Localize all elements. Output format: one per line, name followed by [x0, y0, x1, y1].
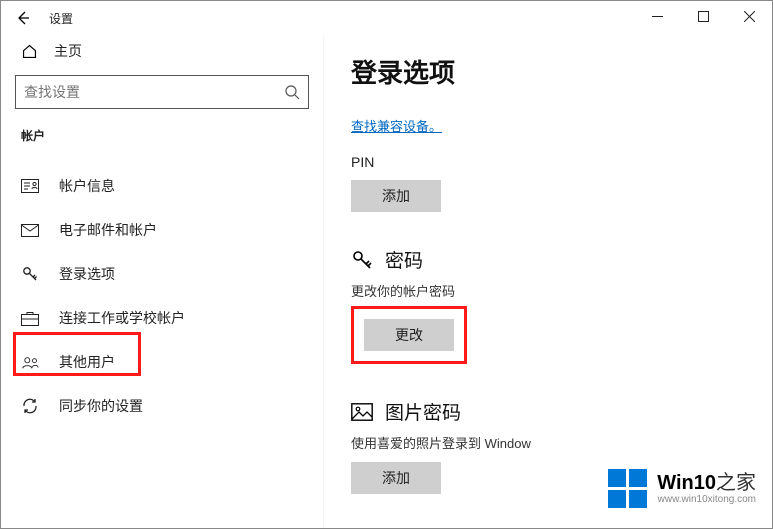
sidebar-item-label: 同步你的设置 — [59, 396, 143, 416]
close-icon — [744, 11, 755, 22]
home-label: 主页 — [54, 41, 82, 61]
search-input[interactable] — [15, 75, 309, 109]
picture-icon — [351, 403, 373, 421]
windows-logo-icon — [608, 469, 647, 508]
search-field[interactable] — [24, 84, 284, 100]
sidebar-item-signin-options[interactable]: 登录选项 — [1, 252, 323, 296]
sidebar: 主页 帐户 帐户信息 电子邮件和帐户 — [1, 35, 323, 529]
sidebar-item-label: 登录选项 — [59, 264, 115, 284]
window-controls — [634, 1, 772, 31]
sidebar-item-email-accounts[interactable]: 电子邮件和帐户 — [1, 208, 323, 252]
sidebar-item-label: 电子邮件和帐户 — [59, 220, 157, 240]
id-card-icon — [21, 179, 39, 193]
key-icon — [351, 249, 373, 271]
pin-label: PIN — [351, 154, 744, 170]
password-change-button[interactable]: 更改 — [364, 319, 454, 351]
briefcase-icon — [21, 311, 39, 326]
sync-icon — [21, 397, 39, 415]
back-button[interactable] — [5, 1, 41, 35]
picture-password-subtitle: 使用喜爱的照片登录到 Window — [351, 433, 744, 452]
password-subtitle: 更改你的帐户密码 — [351, 281, 744, 300]
search-icon — [284, 84, 300, 100]
watermark: Win10之家 www.win10xitong.com — [602, 465, 762, 512]
picture-password-title: 图片密码 — [385, 398, 461, 425]
home-icon — [21, 43, 38, 60]
app-title: 设置 — [49, 10, 73, 27]
mail-icon — [21, 224, 39, 237]
minimize-button[interactable] — [634, 1, 680, 31]
watermark-brand: Win10之家 — [657, 472, 756, 494]
home-nav[interactable]: 主页 — [1, 35, 323, 75]
key-icon — [21, 265, 39, 283]
picture-password-add-button[interactable]: 添加 — [351, 462, 441, 494]
password-title: 密码 — [385, 246, 423, 273]
password-section: 密码 — [351, 246, 744, 273]
highlight-signin-options — [13, 332, 141, 376]
pin-add-button[interactable]: 添加 — [351, 180, 441, 212]
content-area: 登录选项 查找兼容设备。 PIN 添加 密码 更改你的帐户密码 更改 图片密码 … — [323, 35, 772, 529]
close-button[interactable] — [726, 1, 772, 31]
arrow-left-icon — [15, 10, 31, 26]
minimize-icon — [652, 11, 663, 22]
highlight-change-password: 更改 — [351, 306, 467, 364]
maximize-icon — [698, 11, 709, 22]
page-title: 登录选项 — [351, 53, 744, 90]
sidebar-item-sync[interactable]: 同步你的设置 — [1, 384, 323, 428]
vertical-divider — [323, 35, 324, 528]
compat-devices-link[interactable]: 查找兼容设备。 — [351, 119, 442, 134]
sidebar-item-account-info[interactable]: 帐户信息 — [1, 164, 323, 208]
sidebar-item-label: 连接工作或学校帐户 — [59, 308, 185, 328]
category-label: 帐户 — [21, 127, 303, 144]
maximize-button[interactable] — [680, 1, 726, 31]
watermark-url: www.win10xitong.com — [658, 494, 756, 505]
sidebar-item-label: 帐户信息 — [59, 176, 115, 196]
titlebar: 设置 — [1, 1, 772, 35]
picture-password-section: 图片密码 — [351, 398, 744, 425]
settings-window: 设置 主页 帐户 — [0, 0, 773, 529]
